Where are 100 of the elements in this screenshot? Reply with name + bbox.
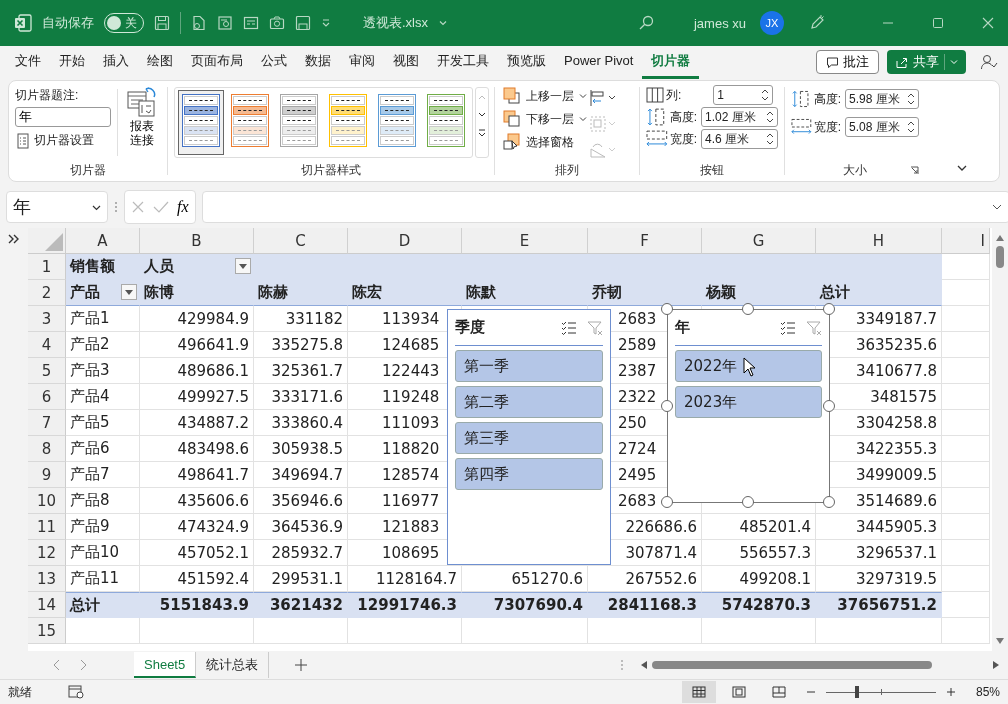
filter-dropdown-button[interactable] xyxy=(121,284,137,300)
slicer-panel[interactable]: 季度 第一季 第二季 第三季 第四季 xyxy=(447,309,611,565)
vertical-scrollbar-thumb[interactable] xyxy=(996,246,1004,268)
sheet-tab[interactable]: 统计总表 xyxy=(196,652,270,678)
zoom-level[interactable]: 85% xyxy=(975,685,1000,699)
expand-icon[interactable] xyxy=(992,203,1002,211)
camera-icon[interactable] xyxy=(269,15,285,31)
horizontal-scrollbar-thumb[interactable] xyxy=(652,661,932,669)
slicer-panel[interactable]: 年 2022年 2023年 xyxy=(667,309,830,503)
row-header[interactable]: 14 xyxy=(28,592,66,618)
column-header[interactable]: A xyxy=(66,228,140,254)
ribbon-tab[interactable]: 审阅 xyxy=(340,45,384,79)
slicer-item[interactable]: 第四季 xyxy=(455,458,603,490)
zoom-in-icon[interactable] xyxy=(945,687,956,697)
resize-handle[interactable] xyxy=(661,496,673,508)
collapse-ribbon-icon[interactable] xyxy=(956,163,968,173)
spinner-arrows-icon[interactable] xyxy=(766,109,774,125)
normal-view-button[interactable] xyxy=(681,681,716,703)
dialog-launcher-icon[interactable] xyxy=(910,166,919,175)
next-sheet-icon[interactable] xyxy=(78,659,88,671)
ribbon-tab[interactable]: 文件 xyxy=(6,45,50,79)
column-header[interactable]: I xyxy=(942,228,990,254)
save-icon[interactable] xyxy=(295,15,311,31)
accessibility-icon[interactable] xyxy=(68,685,84,699)
row-header[interactable]: 7 xyxy=(28,410,66,436)
ribbon-tab[interactable]: 绘图 xyxy=(138,45,182,79)
column-header[interactable]: H xyxy=(816,228,942,254)
zoom-slider[interactable] xyxy=(825,686,936,698)
selection-pane-button[interactable]: 选择窗格 xyxy=(501,131,589,153)
row-header[interactable]: 8 xyxy=(28,436,66,462)
slicer-width-field[interactable]: 5.08 厘米 xyxy=(845,117,919,137)
formula-input[interactable] xyxy=(201,191,1008,223)
row-header[interactable]: 6 xyxy=(28,384,66,410)
column-header[interactable]: D xyxy=(348,228,462,254)
report-connections-button[interactable]: 报表连接 xyxy=(124,85,160,162)
bring-forward-button[interactable]: 上移一层 xyxy=(501,85,589,107)
ribbon-tab[interactable]: 数据 xyxy=(296,45,340,79)
row-header[interactable]: 3 xyxy=(28,306,66,332)
ribbon-tab[interactable]: 视图 xyxy=(384,45,428,79)
ribbon-tab[interactable]: 插入 xyxy=(94,45,138,79)
scroll-left-icon[interactable] xyxy=(640,660,648,670)
spinner-arrows-icon[interactable] xyxy=(766,131,774,147)
add-sheet-icon[interactable] xyxy=(295,659,308,671)
slicer-item[interactable]: 2022年 xyxy=(675,350,822,382)
sheet-tab[interactable]: Sheet5 xyxy=(134,652,197,678)
columns-field[interactable]: 1 xyxy=(713,85,774,105)
row-header[interactable]: 13 xyxy=(28,566,66,592)
slicer-item[interactable]: 2023年 xyxy=(675,386,822,418)
slicer-item[interactable]: 第二季 xyxy=(455,386,603,418)
maximize-icon[interactable] xyxy=(932,17,944,29)
people-icon[interactable] xyxy=(980,53,998,71)
name-box[interactable]: 年 xyxy=(6,191,108,223)
spinner-arrows-icon[interactable] xyxy=(907,91,915,107)
form-icon[interactable] xyxy=(243,15,259,31)
clear-filter-icon[interactable] xyxy=(587,319,603,336)
resize-handle[interactable] xyxy=(823,496,835,508)
row-header[interactable]: 15 xyxy=(28,618,66,644)
row-header[interactable]: 11 xyxy=(28,514,66,540)
row-header[interactable]: 4 xyxy=(28,332,66,358)
previous-sheet-icon[interactable] xyxy=(52,659,62,671)
column-header[interactable]: G xyxy=(702,228,816,254)
filter-dropdown-button[interactable] xyxy=(235,258,251,274)
multi-select-icon[interactable] xyxy=(561,319,577,336)
column-header[interactable]: E xyxy=(462,228,588,254)
ribbon-tab[interactable]: 开发工具 xyxy=(428,45,498,79)
save-icon[interactable] xyxy=(154,15,170,31)
row-header[interactable]: 10 xyxy=(28,488,66,514)
scroll-right-icon[interactable] xyxy=(992,660,1000,670)
ribbon-tab[interactable]: 页面布局 xyxy=(182,45,252,79)
slicer-item[interactable]: 第一季 xyxy=(455,350,603,382)
row-header[interactable]: 12 xyxy=(28,540,66,566)
ribbon-tab[interactable]: 开始 xyxy=(50,45,94,79)
button-width-field[interactable]: 4.6 厘米 xyxy=(701,129,778,149)
customize-dropdown-icon[interactable] xyxy=(321,18,331,28)
clear-filter-icon[interactable] xyxy=(806,319,822,336)
comments-button[interactable]: 批注 xyxy=(816,50,879,74)
column-header[interactable]: B xyxy=(140,228,254,254)
pen-icon[interactable] xyxy=(808,14,826,32)
user-name[interactable]: james xu xyxy=(693,15,746,31)
row-header[interactable]: 1 xyxy=(28,254,66,280)
ribbon-tab[interactable]: 公式 xyxy=(252,45,296,79)
column-header[interactable]: F xyxy=(588,228,702,254)
column-header[interactable]: C xyxy=(254,228,348,254)
share-button[interactable]: 共享 xyxy=(887,50,966,74)
row-header[interactable]: 2 xyxy=(28,280,66,306)
row-header[interactable]: 5 xyxy=(28,358,66,384)
send-backward-button[interactable]: 下移一层 xyxy=(501,108,589,130)
button-height-field[interactable]: 1.02 厘米 xyxy=(701,107,778,127)
scroll-up-icon[interactable] xyxy=(995,234,1005,242)
slicer-style-swatch[interactable] xyxy=(178,90,224,155)
caption-field[interactable]: 年 xyxy=(15,107,111,127)
slicer-settings-button[interactable]: 切片器设置 xyxy=(15,130,111,151)
search-icon[interactable] xyxy=(637,15,654,31)
close-icon[interactable] xyxy=(982,17,994,29)
spinner-arrows-icon[interactable] xyxy=(761,87,770,103)
file-name[interactable]: 透视表.xlsx xyxy=(363,14,428,32)
print-preview-icon[interactable] xyxy=(217,15,233,31)
chevron-down-icon[interactable] xyxy=(438,18,448,28)
ribbon-tab[interactable]: 预览版 xyxy=(498,45,555,79)
slicer-height-field[interactable]: 5.98 厘米 xyxy=(845,89,919,109)
